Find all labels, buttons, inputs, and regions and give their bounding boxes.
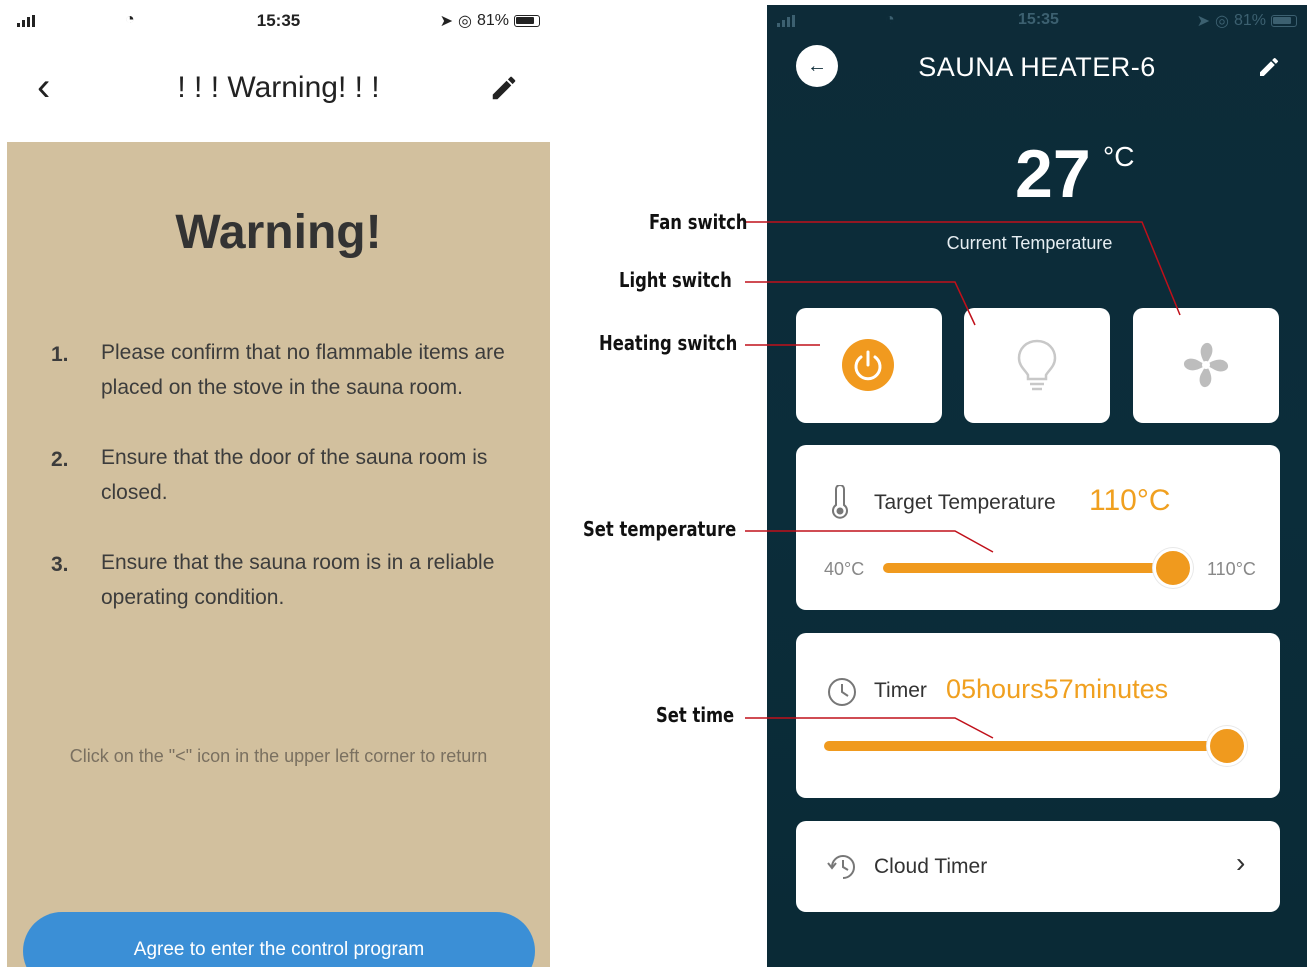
set-time-annotation: Set time xyxy=(656,703,735,727)
annotation-lines xyxy=(745,221,1181,739)
heating-switch-annotation: Heating switch xyxy=(599,331,738,355)
composite-figure: ◔ 15:35 ➤ ◎ 81% ‹ ! ! ! Warning! ! ! War… xyxy=(0,0,1307,967)
light-switch-annotation: Light switch xyxy=(619,268,732,292)
fan-switch-annotation: Fan switch xyxy=(649,210,748,234)
set-temperature-annotation: Set temperature xyxy=(583,517,737,541)
